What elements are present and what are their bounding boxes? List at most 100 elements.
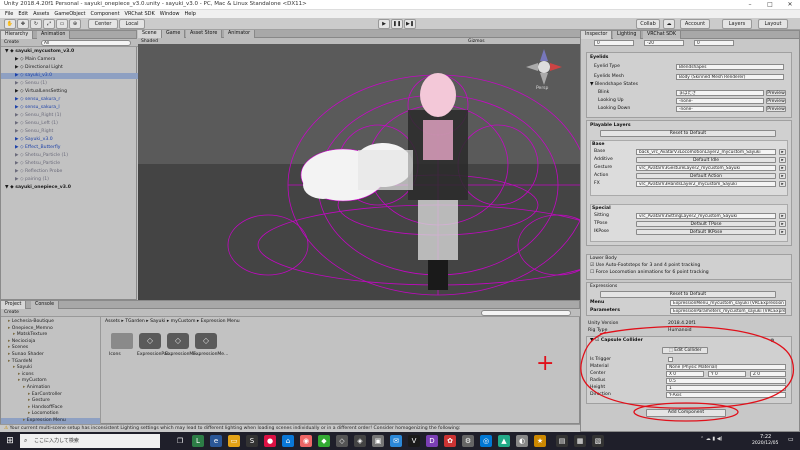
tab-vrchat-sdk[interactable]: VRChat SDK: [643, 31, 681, 39]
play-icon[interactable]: ▶: [378, 19, 390, 29]
line-app-icon[interactable]: L: [192, 435, 204, 447]
chrome-icon[interactable]: ◉: [300, 435, 312, 447]
app-icon-blue[interactable]: ✉: [390, 435, 402, 447]
hierarchy-item[interactable]: ▶ ◇ Reflection Probe: [15, 169, 62, 175]
hierarchy-item[interactable]: ▶ ◇ Sensu (1): [15, 81, 47, 87]
account-dropdown[interactable]: Account: [680, 19, 710, 29]
steam-icon[interactable]: S: [246, 435, 258, 447]
app-icon-teal[interactable]: ▲: [498, 435, 510, 447]
notification-icon[interactable]: ▭: [788, 436, 794, 443]
project-folder-item[interactable]: ▸ Lechesia-Boutique: [8, 319, 54, 325]
layer-controller-field[interactable]: vrc_AvatarV3SittingLayer2_mycustom_Sayuk…: [636, 213, 776, 219]
expressions-reset-button[interactable]: Reset to Default: [600, 291, 776, 298]
discord-icon[interactable]: D: [426, 435, 438, 447]
blendshape-dropdown[interactable]: -none-: [676, 98, 764, 104]
layer-controller-field[interactable]: vrc_AvatarV3HandsLayer2_mycustom_Sayuki: [636, 181, 776, 187]
blendshape-dropdown[interactable]: -none-: [676, 106, 764, 112]
tray-icons[interactable]: ⌃ ☁ ▮ ◀): [700, 436, 723, 442]
menu-item-gameobject[interactable]: GameObject: [54, 10, 85, 18]
vrchat-icon[interactable]: V: [408, 435, 420, 447]
scene-orientation-gizmo[interactable]: [524, 47, 564, 87]
hierarchy-item[interactable]: ▶ ◇ Shetsu_Particle: [15, 161, 60, 167]
pivot-local-toggle[interactable]: Local: [119, 19, 145, 29]
task-view-icon[interactable]: ❐: [174, 435, 186, 447]
app-icon-gray[interactable]: ▣: [372, 435, 384, 447]
store-icon[interactable]: ⌂: [282, 435, 294, 447]
breadcrumb-item[interactable]: myCustom: [171, 319, 196, 324]
auto-footsteps-checkbox[interactable]: ☑: [590, 263, 594, 268]
hierarchy-item[interactable]: ▶ ◇ Sayuki_v3.0: [15, 137, 53, 143]
tab-scene[interactable]: Scene: [138, 30, 162, 38]
app-icon-dark-3[interactable]: ▧: [592, 435, 604, 447]
blendshape-preview-button[interactable]: Preview: [766, 106, 786, 112]
menu-item-vrchat-sdk[interactable]: VRChat SDK: [125, 10, 155, 18]
rotation-y-field[interactable]: -20: [644, 40, 684, 46]
app-icon-gray-3[interactable]: ◐: [516, 435, 528, 447]
layer-options-icon[interactable]: ▸: [779, 221, 786, 227]
blendshape-preview-button[interactable]: Preview: [766, 98, 786, 104]
windows-start-icon[interactable]: ⊞: [4, 435, 16, 447]
app-icon-gray-2[interactable]: ⚙: [462, 435, 474, 447]
app-icon-green[interactable]: ◆: [318, 435, 330, 447]
menu-item-window[interactable]: Window: [160, 10, 180, 18]
breadcrumb-item[interactable]: Assets: [105, 319, 120, 324]
pivot-center-toggle[interactable]: Center: [88, 19, 118, 29]
project-search-input[interactable]: [481, 310, 571, 316]
hierarchy-item[interactable]: ▶ ◇ Effect_Butterfly: [15, 145, 61, 151]
layer-options-icon[interactable]: ▸: [779, 181, 786, 187]
layer-options-icon[interactable]: ▸: [779, 173, 786, 179]
project-folder-item[interactable]: ▸ Animation: [23, 385, 50, 391]
hierarchy-item[interactable]: ▶ ◇ sensu_sakura_l: [15, 105, 60, 111]
app-icon-dark-2[interactable]: ▦: [574, 435, 586, 447]
hierarchy-item[interactable]: ▶ ◇ Directional Light: [15, 65, 63, 71]
layer-default-button[interactable]: Default IKPose: [636, 229, 776, 235]
project-create-dropdown[interactable]: Create: [4, 310, 19, 315]
minimize-icon[interactable]: –: [740, 0, 760, 10]
hierarchy-item[interactable]: ▶ ◇ Main Camera: [15, 57, 55, 63]
taskbar-search-box[interactable]: ⌕ ここに入力して検索: [20, 434, 160, 448]
hierarchy-item[interactable]: ▶ ◇ pairing (1): [15, 177, 49, 183]
tab-animation[interactable]: Animation: [37, 31, 71, 39]
hierarchy-item[interactable]: ▶ ◇ Sensu_Left (1): [15, 121, 58, 127]
hierarchy-item[interactable]: ▶ ◇ sensu_sakura_r: [15, 97, 60, 103]
hierarchy-item[interactable]: ▼ ◆ sayuki_onepiece_v3.0: [5, 185, 71, 191]
eyelids-mesh-field[interactable]: Body (Skinned Mesh Renderer): [676, 74, 784, 80]
hand-tool-icon[interactable]: ✋: [4, 19, 16, 29]
layer-options-icon[interactable]: ▸: [779, 149, 786, 155]
project-folder-item[interactable]: ▸ Gesture: [28, 398, 50, 404]
menu-item-file[interactable]: File: [5, 10, 13, 18]
tab-project[interactable]: Project: [1, 301, 27, 309]
project-folder-item[interactable]: ▸ MatskTexture: [13, 332, 47, 338]
create-dropdown[interactable]: Create: [4, 40, 19, 45]
layout-dropdown[interactable]: Layout: [758, 19, 788, 29]
breadcrumb-item[interactable]: TGarden: [125, 319, 145, 324]
tab-asset-store[interactable]: Asset Store: [186, 30, 223, 38]
breadcrumb-item[interactable]: Expression Menu: [201, 319, 240, 324]
move-tool-icon[interactable]: ✥: [17, 19, 29, 29]
auto-footsteps-option[interactable]: ☑ Use Auto-Footsteps for 3 and 4 point t…: [590, 262, 796, 269]
project-folder-item[interactable]: ▸ TGardeN: [8, 359, 32, 365]
blendshape-preview-button[interactable]: Preview: [766, 90, 786, 96]
project-folder-item[interactable]: ▸ icons: [18, 372, 34, 378]
rotation-z-field[interactable]: 0: [694, 40, 734, 46]
maximize-icon[interactable]: □: [760, 0, 780, 10]
project-folder-item[interactable]: ▸ Onepiece_Memno: [8, 326, 53, 332]
playable-reset-button[interactable]: Reset to Default: [600, 130, 776, 137]
project-folder-item[interactable]: ▸ Locomotion: [28, 411, 59, 417]
layer-default-button[interactable]: Default TPose: [636, 221, 776, 227]
expression-menu-field[interactable]: ExpressionMenu_mycustom_sayuki (VRCExpre…: [670, 300, 786, 306]
blendshape-states-foldout[interactable]: ▼ Blendshape States: [590, 81, 796, 88]
layer-controller-field[interactable]: vrc_AvatarV3GestureLayer2_mycustom_Sayuk…: [636, 165, 776, 171]
close-icon[interactable]: ✕: [780, 0, 800, 10]
app-icon-dark[interactable]: ▤: [556, 435, 568, 447]
hierarchy-search-input[interactable]: All: [41, 40, 131, 46]
unity-hub-icon[interactable]: ◇: [336, 435, 348, 447]
project-folder-item[interactable]: ▸ HandsoffFace: [28, 405, 63, 411]
blendshape-dropdown[interactable]: まばたき: [676, 90, 764, 96]
rotation-x-field[interactable]: 0: [594, 40, 634, 46]
tab-console[interactable]: Console: [31, 301, 60, 309]
scale-tool-icon[interactable]: ⤢: [43, 19, 55, 29]
layer-controller-field[interactable]: back_vrc_AvatarV3LocomotionLayer2_mycust…: [636, 149, 776, 155]
eyelid-type-dropdown[interactable]: Blendshapes: [676, 64, 784, 70]
menu-item-edit[interactable]: Edit: [18, 10, 28, 18]
